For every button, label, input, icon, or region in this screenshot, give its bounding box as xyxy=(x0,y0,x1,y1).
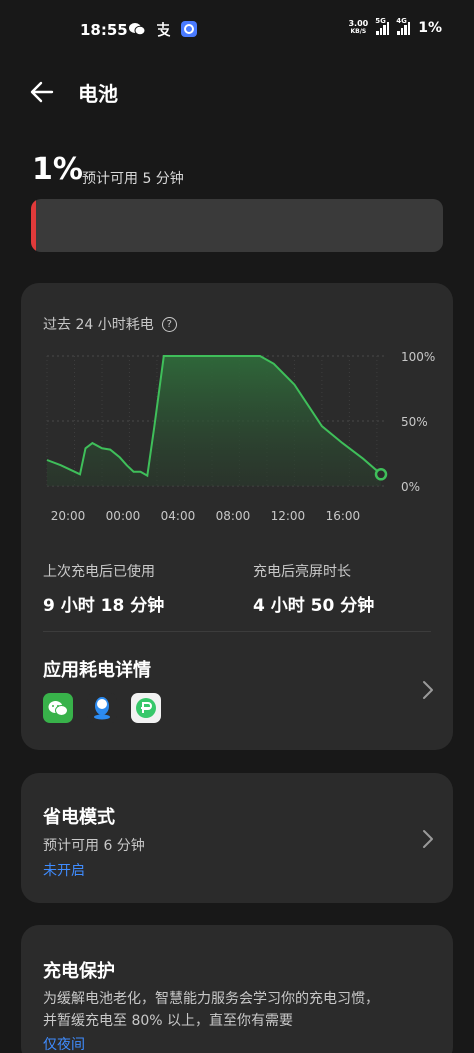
signal-5g-icon: 5G xyxy=(375,17,390,35)
status-battery: 1% xyxy=(418,20,442,36)
stat-label: 上次充电后已使用 xyxy=(43,564,155,580)
x-tick-label: 12:00 xyxy=(271,509,306,523)
charge-protection-card[interactable]: 充电保护 为缓解电池老化，智慧能力服务会学习你的充电习惯， 并暂缓充电至 80%… xyxy=(21,925,453,1053)
status-time: 18:55 xyxy=(80,21,128,39)
power-saver-status: 未开启 xyxy=(43,863,85,879)
status-bar: 18:55 3.00 KB/S 5G 4G 1% xyxy=(0,0,474,62)
charge-protection-title: 充电保护 xyxy=(43,961,115,982)
signal-bar xyxy=(397,31,400,35)
charge-protection-status: 仅夜间 xyxy=(43,1037,85,1053)
signal-4g-label: 4G xyxy=(396,17,407,25)
signal-bar xyxy=(400,28,404,35)
battery-level-bar xyxy=(31,199,443,252)
x-tick-label: 08:00 xyxy=(216,509,251,523)
qq-icon xyxy=(87,693,117,723)
chevron-right-icon[interactable] xyxy=(421,679,435,701)
charge-protection-desc-line2: 并暂缓充电至 80% 以上，直至你有需要 xyxy=(43,1013,294,1029)
stat-value: 9 小时 18 分钟 xyxy=(43,596,165,616)
signal-bar xyxy=(386,22,390,35)
stat-screen-on-time: 充电后亮屏时长 4 小时 50 分钟 xyxy=(253,561,374,616)
header: 电池 xyxy=(0,72,474,112)
x-tick-label: 20:00 xyxy=(51,509,86,523)
chevron-right-icon[interactable] xyxy=(421,828,435,850)
x-tick-label: 16:00 xyxy=(326,509,361,523)
battery-level: 1% xyxy=(32,152,83,187)
signal-bar xyxy=(383,25,386,35)
app-icon-list[interactable] xyxy=(43,693,161,723)
battery-usage-card: 过去 24 小时耗电 ? 100% 50% 0% 20:00 00:00 04:00 08… xyxy=(21,283,453,750)
page-title: 电池 xyxy=(78,82,118,106)
divider xyxy=(43,631,431,632)
signal-bar xyxy=(407,22,411,35)
stat-value: 4 小时 50 分钟 xyxy=(253,596,375,616)
y-tick-label: 0% xyxy=(401,480,420,494)
stat-label: 充电后亮屏时长 xyxy=(253,564,351,580)
power-saver-card[interactable]: 省电模式 预计可用 6 分钟 未开启 xyxy=(21,773,453,903)
network-speed-unit: KB/S xyxy=(350,28,367,35)
signal-4g-icon: 4G xyxy=(396,17,411,35)
signal-5g-label: 5G xyxy=(375,17,386,25)
wechat-icon xyxy=(43,693,73,723)
app-usage-title[interactable]: 应用耗电详情 xyxy=(43,656,151,682)
back-arrow-icon[interactable] xyxy=(28,78,56,106)
battery-level-fill xyxy=(31,199,36,252)
network-speed: 3.00 KB/S xyxy=(348,20,368,36)
status-notification-icons xyxy=(128,20,198,38)
x-tick-label: 00:00 xyxy=(106,509,141,523)
charge-protection-desc-line1: 为缓解电池老化，智慧能力服务会学习你的充电习惯， xyxy=(43,991,379,1007)
x-tick-label: 04:00 xyxy=(161,509,196,523)
status-indicators: 3.00 KB/S 5G 4G 1% xyxy=(348,17,442,36)
y-tick-label: 100% xyxy=(401,350,435,364)
wechat-icon xyxy=(128,20,146,38)
y-tick-label: 50% xyxy=(401,415,428,429)
battery-estimate: 预计可用 5 分钟 xyxy=(82,171,184,187)
power-saver-estimate: 预计可用 6 分钟 xyxy=(43,838,145,854)
green-app-icon xyxy=(131,693,161,723)
signal-bar xyxy=(376,31,379,35)
usage-current-point xyxy=(374,468,388,481)
alipay-icon xyxy=(154,20,172,38)
signal-bar xyxy=(379,28,383,35)
power-saver-title: 省电模式 xyxy=(43,807,115,828)
usage-chart: 100% 50% 0% 20:00 00:00 04:00 08:00 12:00 16:00 xyxy=(46,350,435,523)
browser-icon xyxy=(180,20,198,38)
network-speed-value: 3.00 xyxy=(348,19,369,28)
stat-used-since-charge: 上次充电后已使用 9 小时 18 分钟 xyxy=(43,561,164,616)
signal-bar xyxy=(404,25,407,35)
